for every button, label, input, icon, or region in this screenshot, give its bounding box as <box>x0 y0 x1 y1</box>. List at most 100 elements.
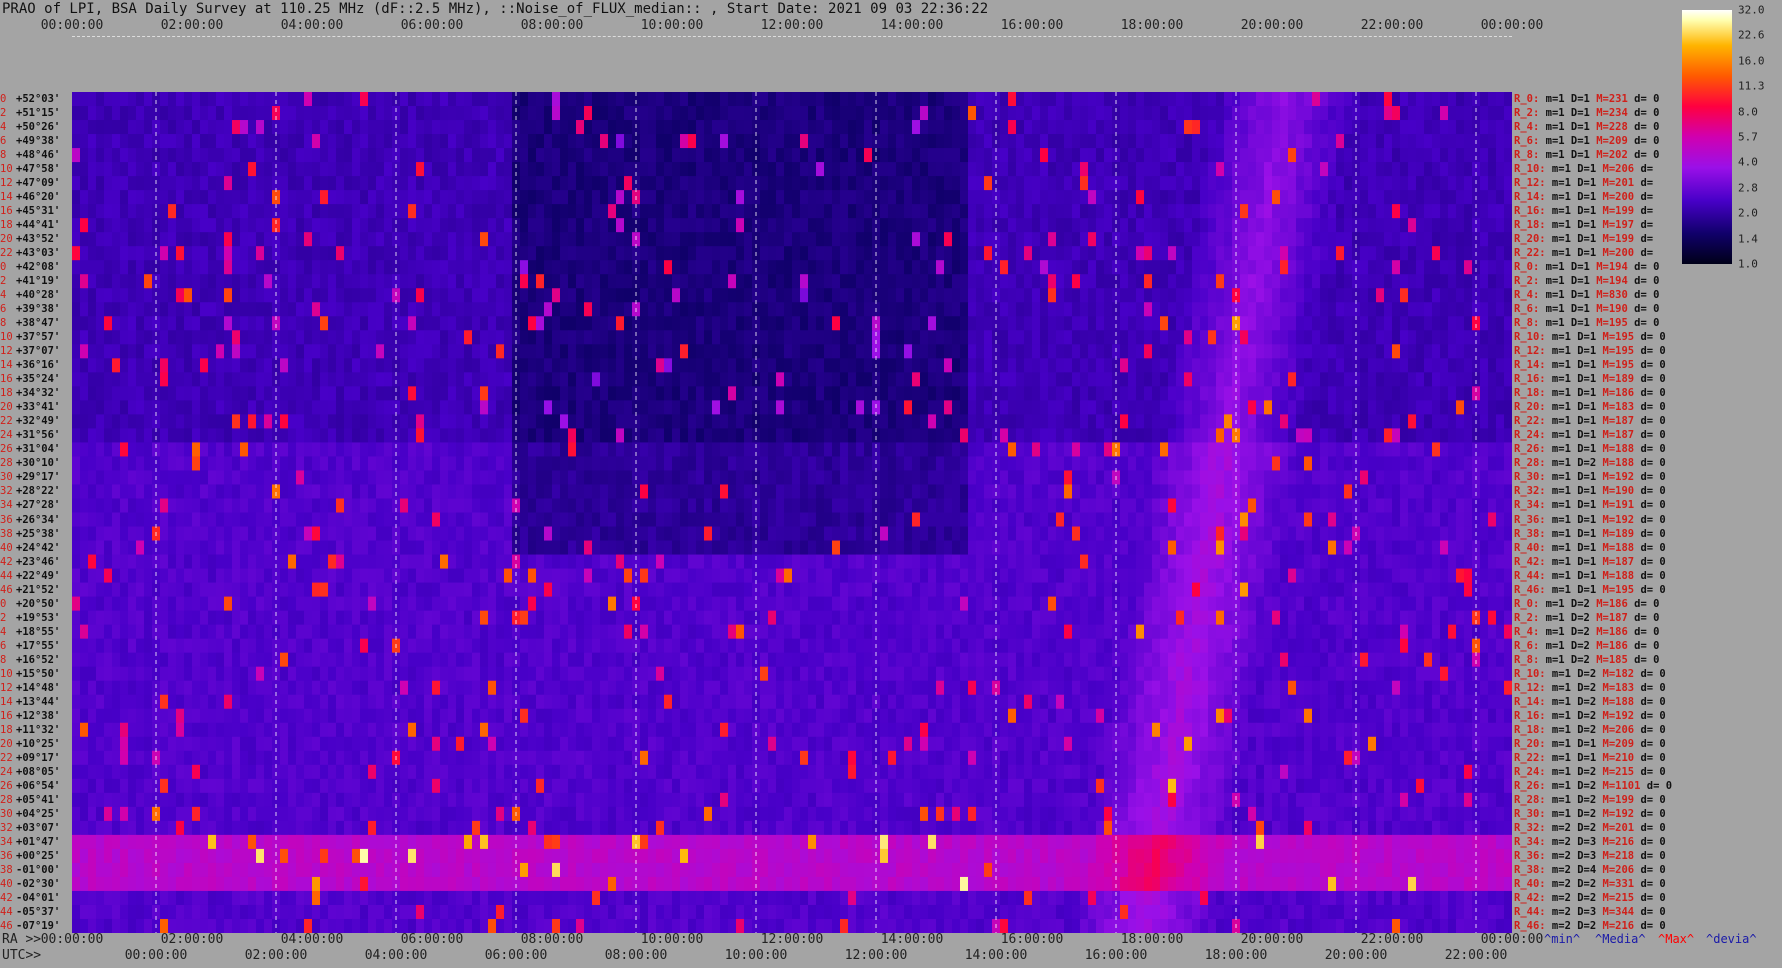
heatmap-cell <box>168 162 177 177</box>
heatmap-cell <box>864 106 873 121</box>
heatmap-cell <box>560 204 569 219</box>
heatmap-cell <box>1464 400 1473 415</box>
heatmap-cell <box>120 148 129 163</box>
heatmap-cell <box>976 148 985 163</box>
heatmap-cell <box>1368 442 1377 457</box>
heatmap-cell <box>1344 428 1353 443</box>
heatmap-cell <box>176 162 185 177</box>
heatmap-cell <box>1184 288 1193 303</box>
declination-row: 46 -07°19' <box>0 919 72 933</box>
heatmap-cell <box>1168 92 1177 107</box>
heatmap-cell <box>72 274 81 289</box>
heatmap-cell <box>1120 316 1129 331</box>
heatmap-cell <box>528 456 537 471</box>
heatmap-cell <box>1064 148 1073 163</box>
heatmap-cell <box>880 204 889 219</box>
heatmap-cell <box>144 302 153 317</box>
heatmap-cell <box>776 400 785 415</box>
heatmap-cell <box>328 246 337 261</box>
heatmap-cell <box>168 176 177 191</box>
heatmap-cell <box>1488 218 1497 233</box>
heatmap-cell <box>1040 372 1049 387</box>
declination-row: 20 +43°52' <box>0 232 72 246</box>
heatmap-cell <box>776 162 785 177</box>
heatmap-cell <box>1128 148 1137 163</box>
heatmap-cell <box>824 92 833 107</box>
heatmap-cell <box>984 92 993 107</box>
heatmap-cell <box>1504 190 1512 205</box>
heatmap-cell <box>312 344 321 359</box>
heatmap-cell <box>640 316 649 331</box>
heatmap-cell <box>688 386 697 401</box>
heatmap-cell <box>1152 176 1161 191</box>
heatmap-cell <box>352 92 361 107</box>
heatmap-cell <box>1120 274 1129 289</box>
heatmap-cell <box>80 274 89 289</box>
heatmap-cell <box>1256 442 1265 457</box>
heatmap-cell <box>192 400 201 415</box>
heatmap-cell <box>824 302 833 317</box>
heatmap-cell <box>1384 204 1393 219</box>
heatmap-cell <box>816 316 825 331</box>
heatmap-cell <box>416 246 425 261</box>
heatmap-cell <box>552 358 561 373</box>
heatmap-cell <box>608 344 617 359</box>
heatmap-cell <box>784 148 793 163</box>
heatmap-cell <box>1392 372 1401 387</box>
heatmap-cell <box>1120 288 1129 303</box>
heatmap-cell <box>1024 260 1033 275</box>
heatmap-cell <box>1008 442 1017 457</box>
heatmap-cell <box>1024 386 1033 401</box>
heatmap-cell <box>1256 190 1265 205</box>
heatmap-cell <box>1480 134 1489 149</box>
heatmap-cell <box>792 386 801 401</box>
heatmap-cell <box>432 400 441 415</box>
heatmap-cell <box>1464 162 1473 177</box>
heatmap-cell <box>1280 260 1289 275</box>
heatmap-cell <box>352 218 361 233</box>
heatmap-cell <box>1400 148 1409 163</box>
heatmap-cell <box>408 176 417 191</box>
heatmap-cell <box>616 386 625 401</box>
heatmap-cell <box>384 400 393 415</box>
row-index: 0 <box>0 93 7 105</box>
heatmap-cell <box>128 344 137 359</box>
heatmap-cell <box>1192 344 1201 359</box>
heatmap-cell <box>712 302 721 317</box>
heatmap-cell <box>1504 386 1512 401</box>
heatmap-cell <box>1064 316 1073 331</box>
heatmap-cell <box>1264 274 1273 289</box>
heatmap-cell <box>120 92 129 107</box>
heatmap-cell <box>808 344 817 359</box>
heatmap-cell <box>864 316 873 331</box>
heatmap-cell <box>248 316 257 331</box>
heatmap-cell <box>552 344 561 359</box>
heatmap-cell <box>1152 218 1161 233</box>
heatmap-cell <box>936 274 945 289</box>
heatmap-cell <box>168 274 177 289</box>
heatmap-cell <box>600 148 609 163</box>
heatmap-cell <box>1176 218 1185 233</box>
heatmap-cell <box>336 330 345 345</box>
declination-value: +17°55' <box>16 639 61 652</box>
heatmap-cell <box>896 92 905 107</box>
heatmap-cell <box>488 386 497 401</box>
heatmap-cell <box>136 106 145 121</box>
heatmap-cell <box>1048 92 1057 107</box>
heatmap-cell <box>1400 414 1409 429</box>
heatmap-cell <box>1368 414 1377 429</box>
heatmap-cell <box>976 372 985 387</box>
heatmap-cell <box>1504 92 1512 107</box>
heatmap-cell <box>488 190 497 205</box>
heatmap-cell <box>552 400 561 415</box>
heatmap-cell <box>704 302 713 317</box>
heatmap-cell <box>816 288 825 303</box>
heatmap-cell <box>1432 106 1441 121</box>
declination-value: +26°34' <box>16 513 61 526</box>
heatmap-cell <box>1160 386 1169 401</box>
heatmap-cell <box>1136 344 1145 359</box>
heatmap-cell <box>416 218 425 233</box>
heatmap-cell <box>544 442 553 457</box>
heatmap-cell <box>672 372 681 387</box>
heatmap-cell <box>1456 148 1465 163</box>
